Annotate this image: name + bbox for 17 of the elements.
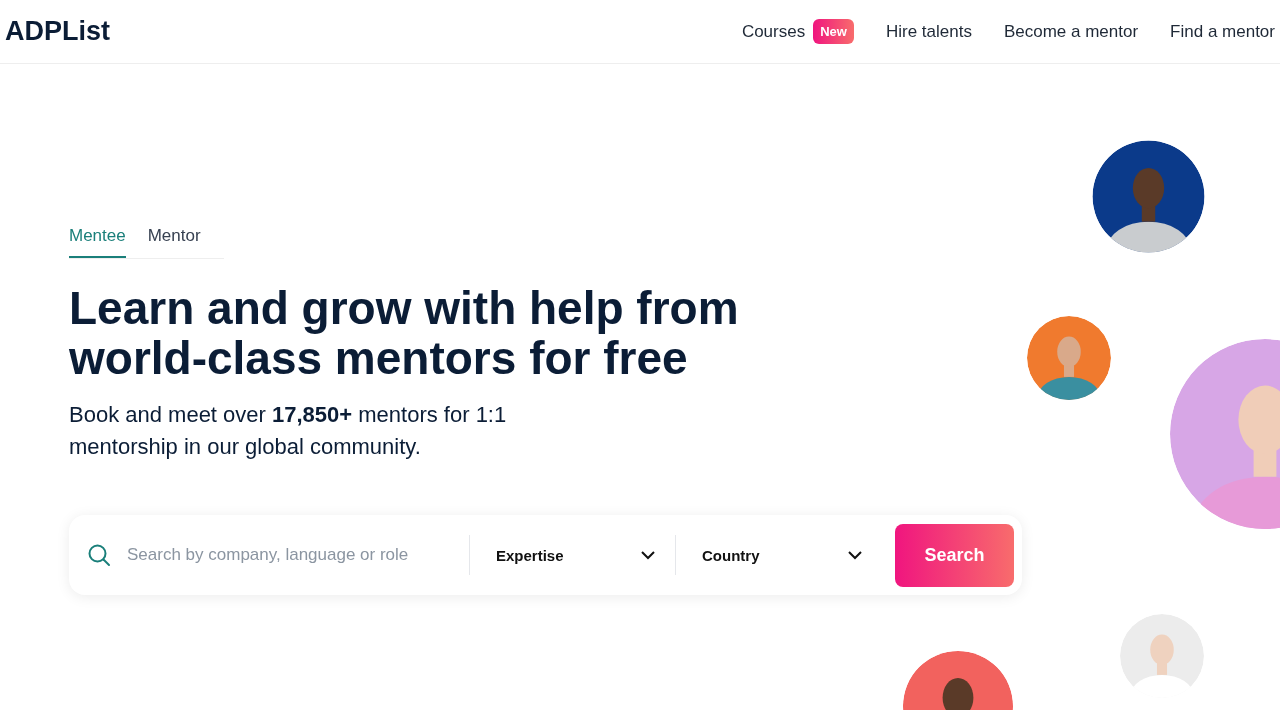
dropdown[interactable]: Expertise bbox=[470, 535, 676, 575]
nav-link[interactable]: Find a mentor bbox=[1170, 21, 1275, 42]
search-button[interactable]: Search bbox=[895, 523, 1014, 587]
nav-link[interactable]: Hire talents bbox=[885, 21, 972, 42]
tab[interactable]: Mentee bbox=[69, 222, 126, 258]
subtitle: Book and meet over 17,850+ mentors for 1:1 mentorship in our global community. bbox=[69, 401, 508, 461]
new-badge: New bbox=[813, 19, 854, 44]
nav-link[interactable]: Courses bbox=[741, 21, 806, 42]
search-field[interactable]: Search by company, language or role bbox=[127, 535, 470, 575]
nav-link[interactable]: Become a mentor bbox=[1003, 21, 1139, 42]
search-icon bbox=[87, 543, 111, 567]
chevron-down-icon bbox=[641, 550, 655, 560]
chevron-down-icon bbox=[848, 550, 862, 560]
dropdown[interactable]: Country bbox=[676, 535, 882, 575]
logo[interactable]: ADPList bbox=[5, 16, 110, 47]
tab[interactable]: Mentor bbox=[147, 222, 201, 258]
headline: Learn and grow with help from world-class mentors for free bbox=[69, 283, 740, 383]
